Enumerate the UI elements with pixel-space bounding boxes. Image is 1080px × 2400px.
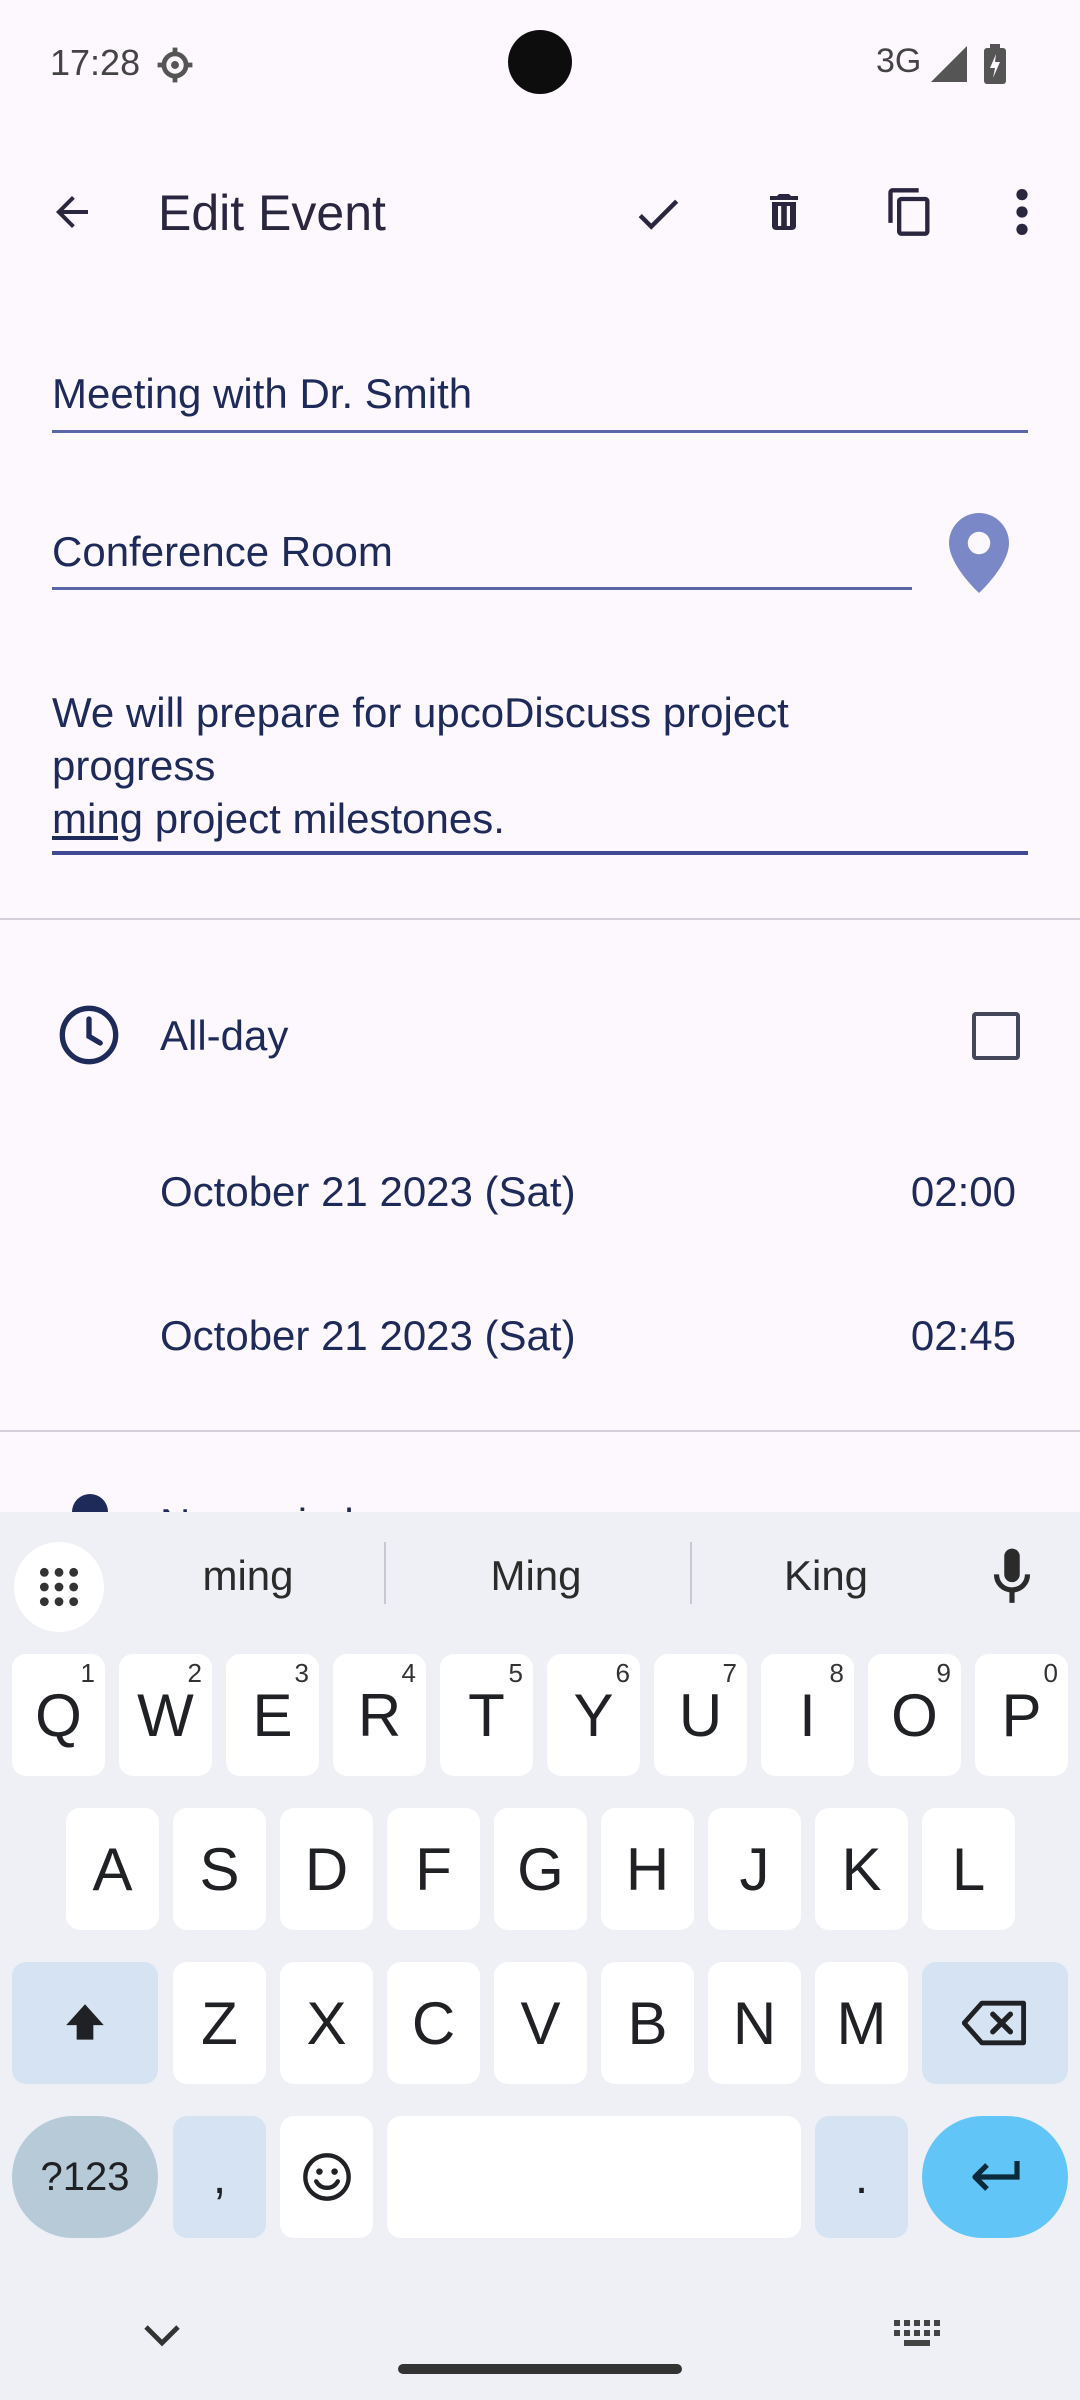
allday-label: All-day (160, 1012, 289, 1059)
key-m[interactable]: M (815, 1962, 908, 2084)
end-date[interactable]: October 21 2023 (Sat) (160, 1312, 576, 1360)
home-indicator[interactable] (398, 2364, 682, 2374)
key-w[interactable]: W2 (119, 1654, 212, 1776)
more-options-button[interactable] (1000, 180, 1044, 244)
key-s[interactable]: S (173, 1808, 266, 1930)
signal-icon (931, 46, 967, 82)
key-x[interactable]: X (280, 1962, 373, 2084)
location-underline (52, 587, 912, 590)
bell-icon (72, 1494, 108, 1514)
title-underline (52, 430, 1028, 433)
shift-icon (66, 2004, 104, 2040)
duplicate-button[interactable] (878, 180, 942, 244)
key-h[interactable]: H (601, 1808, 694, 1930)
key-t[interactable]: T5 (440, 1654, 533, 1776)
start-date[interactable]: October 21 2023 (Sat) (160, 1168, 576, 1216)
key-e[interactable]: E3 (226, 1654, 319, 1776)
camera-cutout (508, 30, 572, 94)
network-type: 3G (876, 42, 922, 80)
key-p[interactable]: P0 (975, 1654, 1068, 1776)
suggestion-divider (384, 1542, 386, 1604)
emoji-icon (302, 2153, 351, 2201)
event-title-input[interactable]: Meeting with Dr. Smith (52, 370, 472, 418)
key-b[interactable]: B (601, 1962, 694, 2084)
save-button[interactable] (626, 182, 690, 246)
space-key[interactable] (387, 2116, 801, 2238)
navigation-bar (0, 2280, 1080, 2400)
settings-gear-icon (157, 47, 193, 83)
keyboard-apps-button[interactable] (14, 1542, 104, 1632)
copy-icon (888, 188, 930, 236)
key-r[interactable]: R4 (333, 1654, 426, 1776)
location-input[interactable]: Conference Room (52, 528, 393, 576)
app-bar: Edit Event (0, 160, 1080, 260)
key-u[interactable]: U7 (654, 1654, 747, 1776)
microphone-icon (993, 1548, 1031, 1603)
soft-keyboard: ming Ming King Q1 W2 E3 R4 T5 Y6 U7 I8 O… (0, 1512, 1080, 2400)
description-line-3: ming project milestones. (52, 792, 1032, 845)
battery-icon (984, 44, 1006, 84)
key-q[interactable]: Q1 (12, 1654, 105, 1776)
composing-text: ming (52, 795, 144, 842)
description-line-1: We will prepare for upcoDiscuss project (52, 689, 789, 736)
allday-checkbox[interactable] (972, 1012, 1020, 1060)
backspace-icon (962, 2000, 1027, 2046)
location-pin-icon (949, 513, 1009, 593)
backspace-key[interactable] (922, 1962, 1068, 2084)
key-d[interactable]: D (280, 1808, 373, 1930)
page-title: Edit Event (158, 185, 386, 241)
description-input[interactable]: We will prepare for upcoDiscuss project … (52, 686, 1032, 845)
status-bar: 17:28 3G (0, 0, 1080, 130)
key-l[interactable]: L (922, 1808, 1015, 1930)
location-pin-button[interactable] (944, 508, 1014, 598)
key-a[interactable]: A (66, 1808, 159, 1930)
comma-key[interactable]: , (173, 2116, 266, 2238)
suggestion-1[interactable]: ming (148, 1552, 348, 1600)
key-f[interactable]: F (387, 1808, 480, 1930)
end-time[interactable]: 02:45 (911, 1312, 1016, 1360)
clock-icon (54, 1000, 124, 1070)
key-y[interactable]: Y6 (547, 1654, 640, 1776)
more-vert-icon (1016, 189, 1028, 235)
symbols-key[interactable]: ?123 (12, 2116, 158, 2238)
suggestion-strip: ming Ming King (0, 1512, 1080, 1636)
suggestion-3[interactable]: King (726, 1552, 926, 1600)
description-underline (52, 851, 1028, 855)
keyboard-switch-icon[interactable] (894, 2320, 940, 2350)
emoji-key[interactable] (280, 2116, 373, 2238)
section-divider (0, 918, 1080, 920)
microphone-button[interactable] (990, 1546, 1050, 1616)
shift-key[interactable] (12, 1962, 158, 2084)
description-line-2: progress (52, 742, 216, 789)
back-button[interactable] (40, 180, 104, 244)
start-time[interactable]: 02:00 (911, 1168, 1016, 1216)
section-divider (0, 1430, 1080, 1432)
key-i[interactable]: I8 (761, 1654, 854, 1776)
key-c[interactable]: C (387, 1962, 480, 2084)
grid-icon (39, 1567, 79, 1607)
key-z[interactable]: Z (173, 1962, 266, 2084)
arrow-back-icon (56, 196, 88, 228)
key-n[interactable]: N (708, 1962, 801, 2084)
trash-icon (770, 194, 798, 230)
key-k[interactable]: K (815, 1808, 908, 1930)
status-time: 17:28 (50, 42, 141, 83)
enter-icon (972, 2161, 1020, 2191)
key-o[interactable]: O9 (868, 1654, 961, 1776)
suggestion-divider (690, 1542, 692, 1604)
description-line-3-rest: project milestones. (143, 795, 505, 842)
key-v[interactable]: V (494, 1962, 587, 2084)
suggestion-2[interactable]: Ming (436, 1552, 636, 1600)
delete-button[interactable] (752, 180, 816, 244)
key-j[interactable]: J (708, 1808, 801, 1930)
checkmark-icon (638, 199, 679, 230)
hide-keyboard-chevron-icon[interactable] (142, 2320, 182, 2350)
key-g[interactable]: G (494, 1808, 587, 1930)
period-key[interactable]: . (815, 2116, 908, 2238)
enter-key[interactable] (922, 2116, 1068, 2238)
